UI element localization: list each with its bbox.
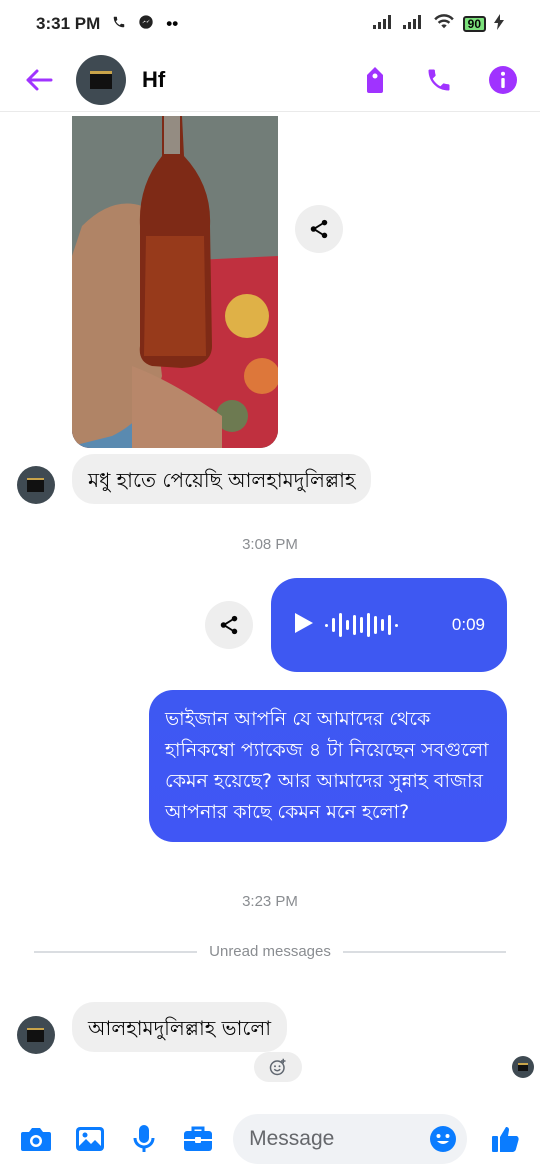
phone-call-icon[interactable] [424, 65, 454, 95]
message-timestamp: 3:23 PM [242, 893, 298, 910]
chat-header: Hf [0, 48, 540, 112]
phone-status-icon [112, 14, 126, 34]
messenger-status-icon [138, 14, 154, 35]
microphone-icon[interactable] [126, 1120, 163, 1158]
share-voice-button[interactable] [205, 601, 253, 649]
play-icon[interactable] [293, 611, 315, 640]
contact-name[interactable]: Hf [142, 67, 165, 93]
contact-avatar[interactable] [76, 54, 126, 105]
signal-icon [372, 14, 395, 34]
like-button[interactable] [489, 1122, 522, 1156]
thumbs-up-icon [491, 1127, 519, 1152]
photo-attachment[interactable] [72, 116, 278, 448]
incoming-message[interactable]: মধু হাতে পেয়েছি আলহামদুলিল্লাহ [72, 454, 372, 504]
unread-label: Unread messages [209, 943, 331, 960]
voice-message[interactable]: 0:09 [271, 578, 507, 672]
info-icon[interactable] [488, 65, 518, 95]
share-icon [310, 219, 328, 239]
sender-avatar[interactable] [17, 466, 55, 504]
tag-icon[interactable] [360, 65, 390, 95]
charging-icon [494, 13, 504, 35]
message-timestamp: 3:08 PM [242, 536, 298, 553]
emoji-icon[interactable] [429, 1125, 457, 1153]
signal-2-icon [402, 14, 425, 34]
camera-icon[interactable] [18, 1120, 55, 1158]
wifi-icon [433, 13, 455, 35]
status-bar: 3:31 PM •• 90 [0, 0, 540, 48]
status-time: 3:31 PM [36, 14, 101, 33]
briefcase-icon[interactable] [179, 1120, 216, 1158]
share-icon [220, 615, 238, 635]
more-notifications-icon: •• [166, 14, 179, 33]
seen-indicator-avatar [512, 1056, 534, 1078]
back-arrow-icon [26, 69, 53, 90]
share-photo-button[interactable] [295, 205, 343, 253]
battery-indicator: 90 [462, 16, 486, 32]
back-button[interactable] [22, 63, 56, 97]
add-reaction-button[interactable] [254, 1052, 302, 1082]
unread-divider: Unread messages [34, 943, 507, 960]
voice-duration: 0:09 [451, 615, 485, 634]
sender-avatar[interactable] [17, 1016, 55, 1054]
add-reaction-icon [269, 1058, 286, 1076]
outgoing-message[interactable]: ভাইজান আপনি যে আমাদের থেকে হানিকম্বো প্য… [149, 690, 507, 842]
message-composer [0, 1108, 540, 1170]
gallery-icon[interactable] [72, 1120, 109, 1158]
audio-waveform [325, 613, 398, 637]
incoming-message[interactable]: আলহামদুলিল্লাহ ভালো [72, 1002, 288, 1052]
